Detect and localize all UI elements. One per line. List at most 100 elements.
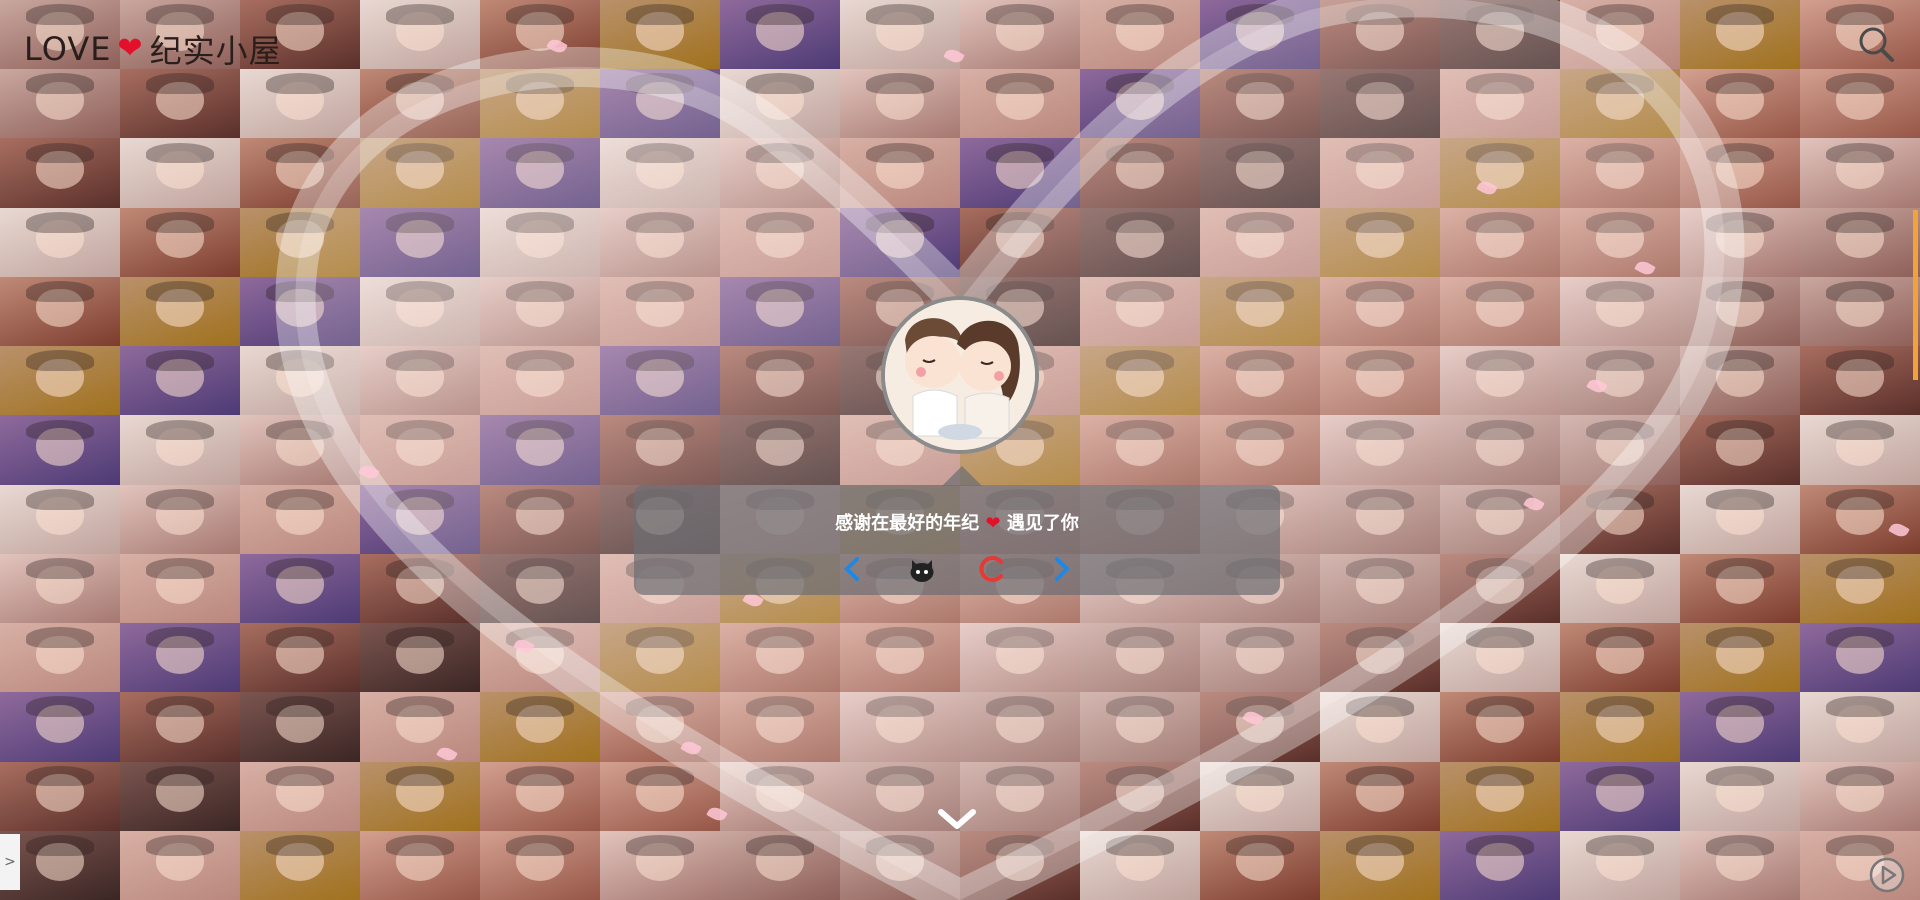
photo-tile	[1200, 830, 1320, 900]
photo-tile	[1080, 346, 1200, 416]
intro-card: 感谢在最好的年纪 ❤ 遇见了你	[634, 485, 1280, 595]
music-loader[interactable]	[976, 553, 1008, 585]
photo-tile	[600, 415, 720, 485]
photo-tile	[0, 415, 120, 485]
photo-tile	[600, 276, 720, 347]
photo-tile	[720, 830, 840, 900]
photo-tile	[1560, 553, 1680, 624]
search-icon[interactable]	[1856, 24, 1896, 64]
photo-tile	[960, 207, 1080, 277]
photo-tile	[1200, 623, 1320, 693]
loading-spinner-icon	[979, 556, 1003, 582]
photo-tile	[1320, 761, 1440, 831]
photo-tile	[1320, 553, 1440, 624]
photo-tile	[480, 692, 600, 762]
photo-tile	[600, 207, 720, 277]
photo-tile	[1680, 484, 1800, 554]
chevron-down-icon[interactable]	[937, 806, 977, 834]
chevron-left-icon	[844, 557, 859, 581]
site-logo[interactable]: LOVE ❤ 纪实小屋	[24, 26, 282, 72]
photo-tile	[120, 138, 240, 208]
photo-tile	[840, 692, 960, 762]
sidebar-toggle[interactable]: >	[0, 834, 20, 890]
photo-tile	[1560, 623, 1680, 693]
photo-tile	[1680, 0, 1800, 70]
photo-tile	[240, 346, 360, 416]
photo-tile	[1560, 761, 1680, 831]
photo-tile	[600, 692, 720, 762]
tagline: 感谢在最好的年纪 ❤ 遇见了你	[634, 509, 1280, 535]
photo-tile	[1680, 623, 1800, 693]
photo-tile	[120, 69, 240, 139]
photo-tile	[0, 207, 120, 277]
photo-tile	[1080, 830, 1200, 900]
photo-tile	[1440, 415, 1560, 485]
tagline-part-1: 感谢在最好的年纪	[835, 513, 980, 534]
photo-tile	[360, 692, 480, 762]
photo-tile	[1320, 346, 1440, 416]
photo-tile	[1320, 276, 1440, 347]
photo-tile	[120, 484, 240, 554]
photo-tile	[1800, 761, 1920, 831]
photo-tile	[1080, 415, 1200, 485]
photo-tile	[840, 69, 960, 139]
photo-tile	[1560, 69, 1680, 139]
photo-tile	[1560, 484, 1680, 554]
photo-tile	[1320, 692, 1440, 762]
photo-tile	[240, 484, 360, 554]
photo-tile	[1560, 207, 1680, 277]
photo-tile	[720, 415, 840, 485]
photo-tile	[360, 69, 480, 139]
photo-tile	[1440, 761, 1560, 831]
photo-tile	[960, 830, 1080, 900]
photo-tile	[480, 0, 600, 70]
photo-tile	[480, 761, 600, 831]
photo-tile	[960, 692, 1080, 762]
couple-avatar	[881, 296, 1039, 454]
photo-tile	[600, 623, 720, 693]
photo-tile	[1560, 346, 1680, 416]
photo-tile	[720, 346, 840, 416]
photo-tile	[1080, 0, 1200, 70]
photo-tile	[1320, 623, 1440, 693]
photo-tile	[1560, 276, 1680, 347]
photo-tile	[1440, 138, 1560, 208]
photo-tile	[360, 553, 480, 624]
photo-tile	[120, 207, 240, 277]
photo-tile	[0, 69, 120, 139]
github-link[interactable]	[906, 553, 938, 585]
photo-tile	[1200, 69, 1320, 139]
next-button[interactable]	[1046, 553, 1078, 585]
photo-tile	[1320, 138, 1440, 208]
photo-tile	[1320, 484, 1440, 554]
photo-tile	[1200, 276, 1320, 347]
photo-tile	[1440, 623, 1560, 693]
photo-tile	[240, 761, 360, 831]
photo-tile	[720, 207, 840, 277]
photo-tile	[120, 761, 240, 831]
photo-tile	[1800, 484, 1920, 554]
photo-tile	[360, 207, 480, 277]
photo-tile	[480, 623, 600, 693]
photo-tile	[360, 830, 480, 900]
photo-tile	[720, 692, 840, 762]
previous-button[interactable]	[836, 553, 868, 585]
logo-text-love: LOVE	[24, 30, 112, 68]
photo-tile	[840, 623, 960, 693]
photo-tile	[360, 484, 480, 554]
photo-tile	[1320, 830, 1440, 900]
play-icon[interactable]	[1868, 856, 1906, 894]
photo-tile	[480, 276, 600, 347]
photo-tile	[1680, 415, 1800, 485]
photo-tile	[240, 415, 360, 485]
photo-tile	[1800, 346, 1920, 416]
photo-tile	[360, 138, 480, 208]
photo-tile	[1200, 138, 1320, 208]
photo-tile	[240, 623, 360, 693]
photo-tile	[720, 276, 840, 347]
photo-tile	[480, 138, 600, 208]
photo-tile	[240, 692, 360, 762]
photo-tile	[0, 484, 120, 554]
scroll-indicator	[1913, 210, 1918, 380]
photo-tile	[1440, 346, 1560, 416]
